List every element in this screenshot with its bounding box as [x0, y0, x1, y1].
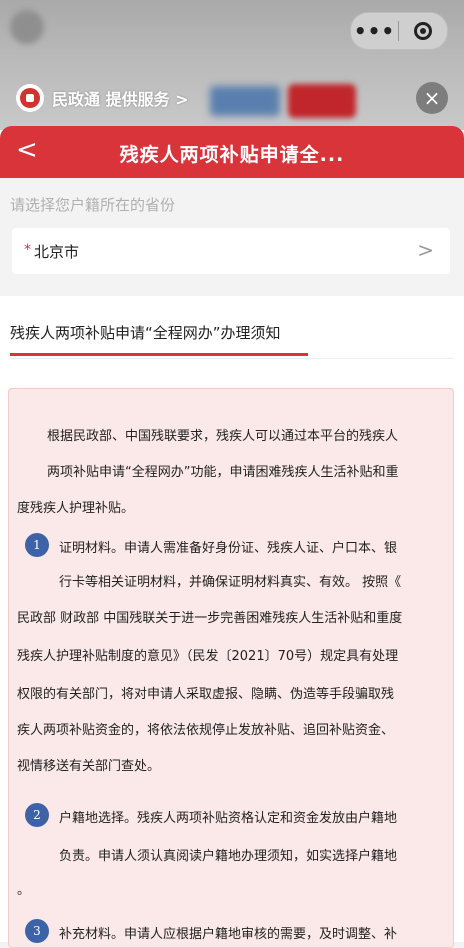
item-line: 负责。申请人须认真阅读户籍地办理须知，如实选择户籍地: [59, 849, 398, 864]
item-line: 。: [17, 883, 31, 898]
item-line: 视情移送有关部门查处。: [17, 759, 161, 774]
province-select[interactable]: * 北京市 >: [12, 228, 450, 274]
province-value: 北京市: [34, 243, 80, 261]
blurred-avatar: [10, 10, 44, 44]
miniprogram-capsule: •••: [350, 12, 448, 50]
item-line: 权限的有关部门，将对申请人采取虚报、隐瞒、伪造等手段骗取残: [17, 687, 395, 702]
item-line: 疾人两项补贴资金的，将依法依规停止发放补贴、追回补贴资金、: [17, 723, 395, 738]
item-number-badge: 2: [25, 803, 49, 827]
notice-section: 残疾人两项补贴申请“全程网办”办理须知 根据民政部、中国残联要求，残疾人可以通过…: [0, 296, 464, 948]
item-line: 残疾人护理补贴制度的意见》（民发〔2021〕70号）规定具有处理: [17, 649, 399, 664]
intro-line: 度残疾人护理补贴。: [17, 501, 135, 516]
item-line: 证明材料。申请人需准备好身份证、残疾人证、户口本、银: [59, 541, 398, 556]
item-number-badge: 1: [25, 533, 49, 557]
service-provider-text: 民政通 提供服务 >: [52, 90, 189, 109]
blurred-banner-text: [210, 86, 280, 116]
item-line: 补充材料。申请人应根据户籍地审核的需要，及时调整、补: [59, 927, 398, 942]
item-line: 户籍地选择。残疾人两项补贴资格认定和资金发放由户籍地: [59, 811, 398, 826]
item-line: 行卡等相关证明材料，并确保证明材料真实、有效。 按照《: [59, 575, 402, 590]
intro-line: 根据民政部、中国残联要求，残疾人可以通过本平台的残疾人: [47, 429, 399, 444]
notice-content-box: 根据民政部、中国残联要求，残疾人可以通过本平台的残疾人 两项补贴申请“全程网办”…: [8, 388, 454, 948]
intro-line: 两项补贴申请“全程网办”功能，申请困难残疾人生活补贴和重: [47, 465, 399, 480]
chevron-right-icon: >: [417, 238, 434, 262]
close-icon[interactable]: ×: [416, 82, 448, 114]
more-dots-icon[interactable]: •••: [351, 16, 398, 46]
target-icon[interactable]: [399, 22, 446, 40]
blurred-banner-badge: [288, 84, 356, 118]
notice-tab-title[interactable]: 残疾人两项补贴申请“全程网办”办理须知: [10, 322, 281, 343]
item-line: 民政部 财政部 中国残联关于进一步完善困难残疾人生活补贴和重度: [17, 611, 403, 626]
required-mark: *: [24, 242, 31, 258]
item-number-badge: 3: [25, 919, 49, 943]
province-label: 请选择您户籍所在的省份: [10, 196, 176, 214]
page-title: 残疾人两项补贴申请全...: [119, 144, 345, 166]
service-provider-bar[interactable]: 民政通 提供服务 >: [16, 82, 189, 114]
page-header: < 残疾人两项补贴申请全...: [0, 126, 464, 178]
notice-tab-underline: [10, 353, 308, 356]
divider: [10, 358, 454, 359]
service-logo-icon: [16, 84, 44, 112]
